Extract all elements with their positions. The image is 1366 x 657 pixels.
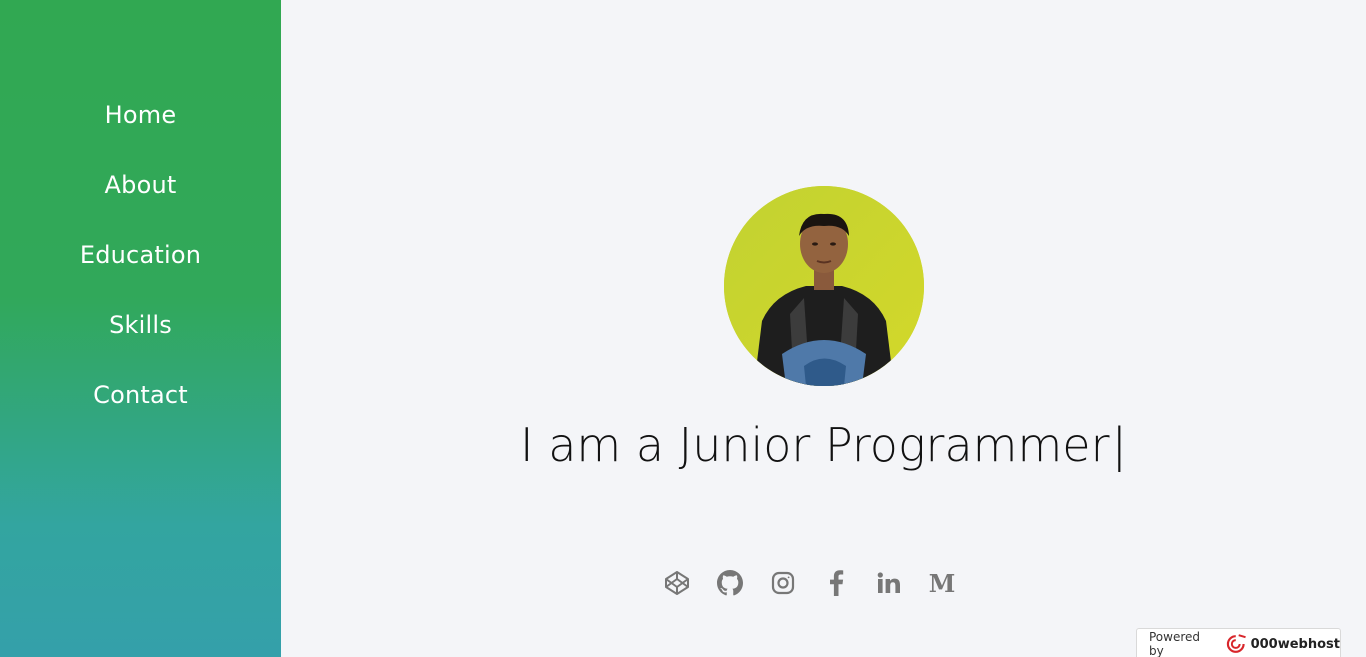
- instagram-icon: [771, 571, 795, 595]
- sidebar-item-education[interactable]: Education: [0, 240, 281, 270]
- facebook-icon: [830, 570, 844, 596]
- github-link[interactable]: [715, 568, 745, 598]
- facebook-link[interactable]: [821, 568, 851, 598]
- webhost-logo-icon: [1226, 634, 1246, 653]
- tagline-text: I am a Junior Programmer: [520, 418, 1110, 472]
- hero-tagline: I am a Junior Programmer|: [281, 418, 1366, 472]
- sidebar: Home About Education Skills Contact: [0, 0, 281, 657]
- medium-link[interactable]: M: [927, 568, 957, 598]
- codepen-link[interactable]: [662, 568, 692, 598]
- sidebar-item-about[interactable]: About: [0, 170, 281, 200]
- sidebar-item-home[interactable]: Home: [0, 100, 281, 130]
- powered-by-badge[interactable]: Powered by 000webhost: [1136, 628, 1341, 657]
- linkedin-link[interactable]: [874, 568, 904, 598]
- sidebar-item-skills[interactable]: Skills: [0, 310, 281, 340]
- profile-photo: [724, 186, 924, 386]
- main-content: I am a Junior Programmer| M: [281, 0, 1366, 657]
- github-icon: [717, 570, 743, 596]
- social-links: M: [662, 568, 957, 598]
- codepen-icon: [665, 571, 689, 595]
- medium-icon: M: [928, 568, 956, 598]
- sidebar-item-contact[interactable]: Contact: [0, 380, 281, 410]
- powered-by-text: Powered by: [1149, 630, 1201, 657]
- typing-cursor: |: [1111, 418, 1127, 472]
- powered-by-brand: 000webhost: [1250, 636, 1340, 652]
- instagram-link[interactable]: [768, 568, 798, 598]
- linkedin-icon: [877, 572, 900, 593]
